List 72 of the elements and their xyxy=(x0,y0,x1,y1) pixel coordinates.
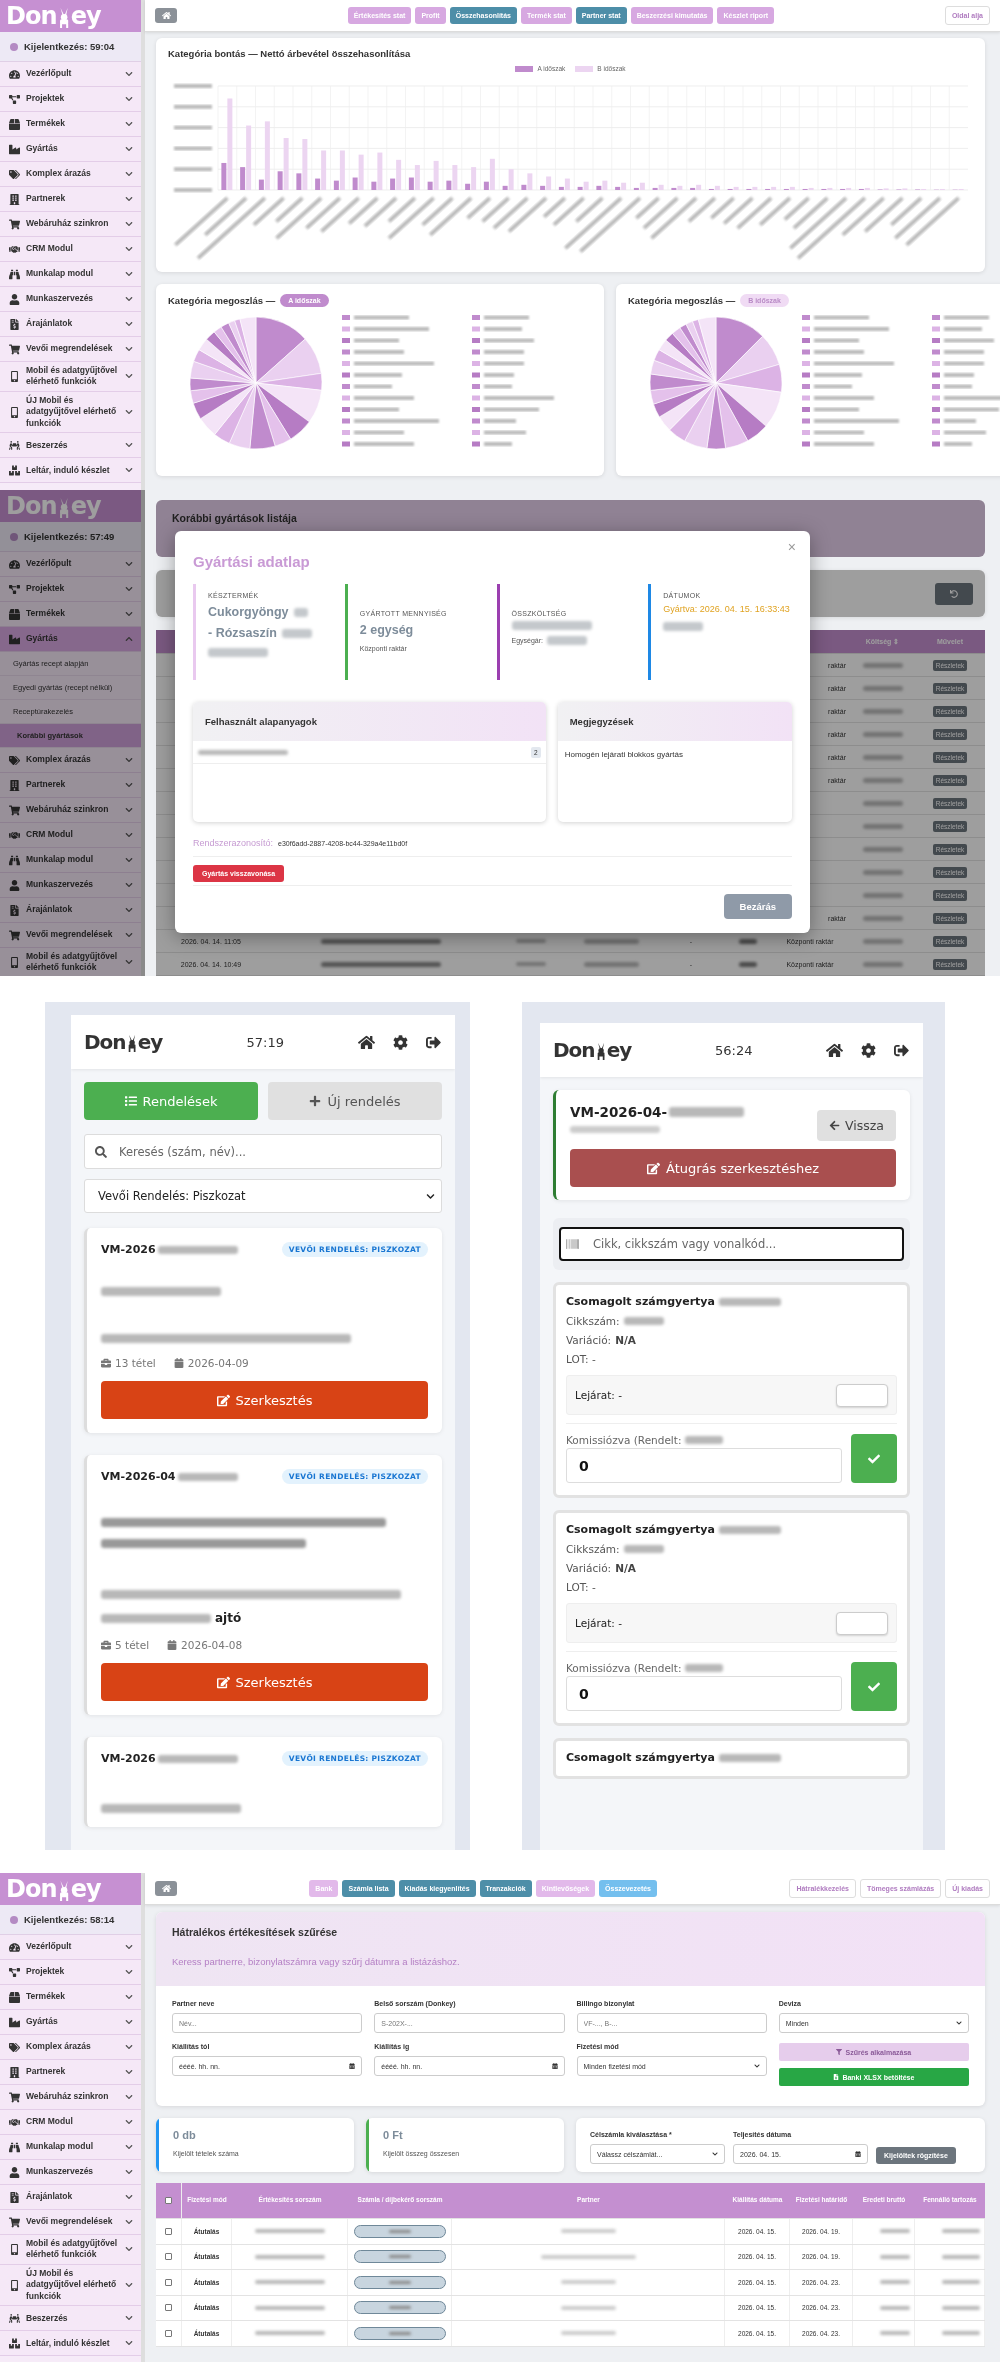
address-text: ajtó xyxy=(215,1611,242,1625)
jump-button[interactable]: Átugrás szerkesztéshez xyxy=(570,1149,896,1187)
edit-button[interactable]: Szerkesztés xyxy=(101,1381,428,1419)
logo-text: Don xyxy=(84,1032,126,1052)
chart-title: Kategória megoszlás — xyxy=(168,295,276,306)
view-tab[interactable]: Rendelések xyxy=(84,1082,258,1120)
stat-text: - Rózsaszín xyxy=(208,625,277,643)
close-button[interactable]: × xyxy=(785,539,798,555)
item-count: 13 tétel xyxy=(115,1357,156,1369)
note-text: Homogén lejárati blokkos gyártás xyxy=(563,749,684,761)
edit-button[interactable]: Szerkesztés xyxy=(101,1663,428,1701)
logo-text: Don xyxy=(6,494,57,518)
variation-label: Variáció: xyxy=(566,1562,612,1574)
item-name: Csomagolt számgyertya xyxy=(566,1295,715,1308)
logout-timer: Kijelentkezés: 57:49 xyxy=(24,531,115,542)
logo-text: ey xyxy=(137,1032,163,1052)
chart-title: Kategória megoszlás — xyxy=(628,295,736,306)
page-title: Korábbi gyártások listája xyxy=(172,512,298,524)
variation-value: N/A xyxy=(615,1562,636,1574)
lot-text: LOT: - xyxy=(566,1353,596,1365)
sidebar-item[interactable]: Gyártás xyxy=(0,627,141,652)
filter-subtitle: Keress partnerre, bizonylatszámra vagy szűrj dátumra a listázáshoz. xyxy=(172,1956,461,1967)
order-number: VM-2026 xyxy=(101,1243,156,1256)
order-number: VM-2026-04- xyxy=(570,1104,668,1120)
item-name: Csomagolt számgyertya xyxy=(566,1751,715,1764)
logout-timer: Kijelentkezés: 58:14 xyxy=(24,1914,115,1925)
logo-text: ey xyxy=(606,1040,632,1060)
system-id-label: Rendszerazonosító: xyxy=(193,838,274,848)
view-tab[interactable]: Új rendelés xyxy=(268,1082,442,1120)
logo-text: Don xyxy=(6,4,57,28)
status-select[interactable]: Vevői Rendelés: Piszkozat xyxy=(84,1179,442,1213)
session-timer: 56:24 xyxy=(713,1042,754,1058)
panel-title: Felhasznált alapanyagok xyxy=(205,716,317,727)
item-count: 5 tétel xyxy=(115,1639,150,1651)
logo-text: ey xyxy=(70,4,101,28)
back-button[interactable]: Vissza xyxy=(817,1110,896,1141)
sidebar-item[interactable]: ÚJ Mobil és adatgyűjtővel elérhető funkciók xyxy=(0,391,141,434)
logout-timer: Kijelentkezés: 59:04 xyxy=(24,41,115,52)
logo-text: Don xyxy=(553,1040,595,1060)
order-number: VM-2026 xyxy=(101,1752,156,1765)
logo-text: ey xyxy=(70,1877,101,1901)
item-name: Csomagolt számgyertya xyxy=(566,1523,715,1536)
picked-label: Komissiózva (Rendelt: xyxy=(566,1662,682,1674)
chart-title: Kategória bontás — Nettó árbevétel összehasonlítása xyxy=(168,48,412,59)
variation-label: Variáció: xyxy=(566,1334,612,1346)
expiry-text: Lejárat: - xyxy=(575,1389,622,1401)
picked-label: Komissiózva (Rendelt: xyxy=(566,1434,682,1446)
summary-value: 0 db xyxy=(173,2129,197,2141)
scan-field[interactable]: Cikk, cikkszám vagy vonalkód... xyxy=(559,1227,904,1261)
variation-value: N/A xyxy=(615,1334,636,1346)
sku-label: Cikkszám: xyxy=(566,1315,620,1327)
panel-title: Megjegyzések xyxy=(569,716,634,727)
stat-text: Cukorgyöngy xyxy=(208,604,289,621)
order-date: 2026-04-08 xyxy=(181,1639,243,1651)
dialog-title: Gyártási adatlap xyxy=(193,553,311,570)
summary-value: 0 Ft xyxy=(383,2129,404,2141)
close-button[interactable]: Bezárás xyxy=(723,894,792,919)
stat-text: Gyártva: 2026. 04. 15. 16:33:43 xyxy=(663,603,790,616)
sku-label: Cikkszám: xyxy=(566,1543,620,1555)
quantity-field[interactable]: 0 xyxy=(566,1676,842,1711)
stat-text: 2 egység xyxy=(359,622,414,639)
order-number: VM-2026-04 xyxy=(101,1470,176,1483)
logo-text: ey xyxy=(70,494,101,518)
sidebar-item[interactable]: ÚJ Mobil és adatgyűjtővel elérhető funkciók xyxy=(0,2264,141,2307)
expiry-text: Lejárat: - xyxy=(575,1617,622,1629)
session-timer: 57:19 xyxy=(245,1034,285,1050)
quantity-field[interactable]: 0 xyxy=(566,1448,842,1483)
filter-title: Hátralékos értékesítések szűrése xyxy=(172,1926,339,1938)
lot-text: LOT: - xyxy=(566,1581,596,1593)
logo-text: Don xyxy=(6,1877,57,1901)
order-date: 2026-04-09 xyxy=(187,1357,249,1369)
search-field[interactable]: Keresés (szám, név)... xyxy=(84,1134,442,1169)
